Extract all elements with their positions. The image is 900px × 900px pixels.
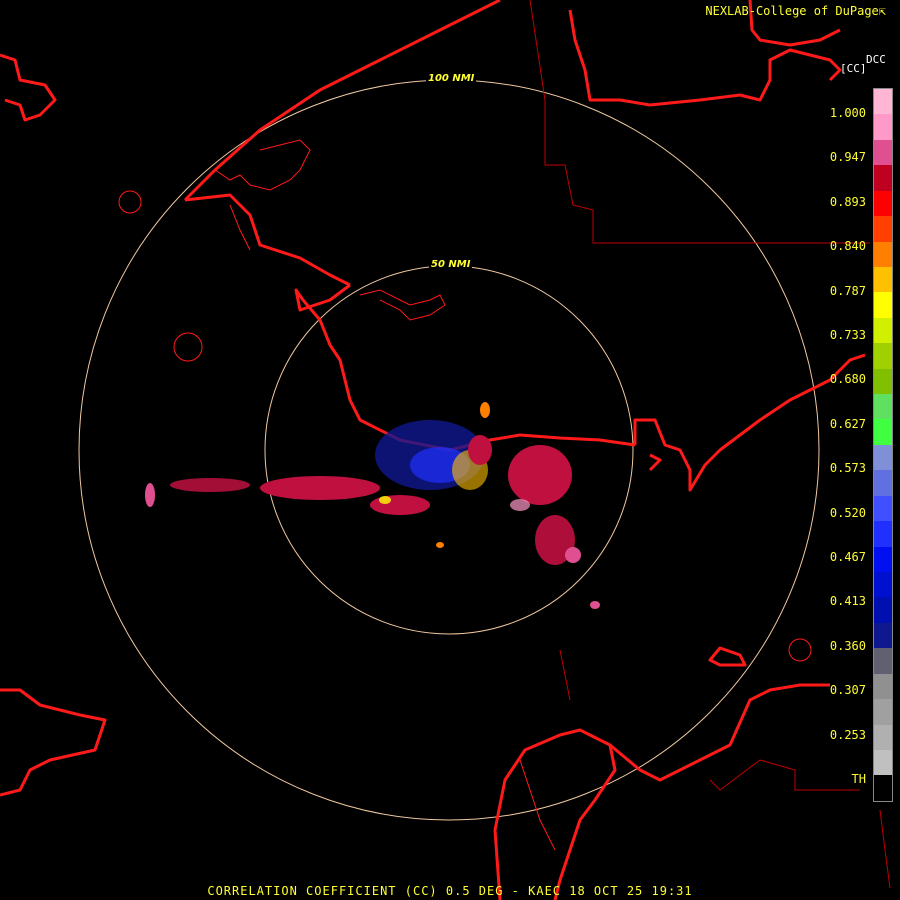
legend-color-bar bbox=[873, 88, 893, 802]
legend-tick: 0.307 bbox=[829, 683, 866, 698]
legend-swatch bbox=[874, 368, 892, 395]
legend-swatch bbox=[874, 572, 892, 598]
legend-tick: 1.000 bbox=[829, 106, 866, 120]
legend-swatch bbox=[874, 470, 892, 496]
legend-tick: 0.253 bbox=[829, 727, 866, 742]
legend-tick: TH bbox=[851, 772, 866, 786]
legend-tick: 0.787 bbox=[829, 283, 866, 298]
legend-swatch bbox=[874, 648, 892, 674]
legend-tick: 0.733 bbox=[829, 328, 866, 342]
radar-echoes bbox=[145, 402, 600, 609]
range-label-inner: 50 NMI bbox=[429, 259, 473, 270]
arrow-icon: ⇱ bbox=[878, 4, 886, 18]
legend-tick: 0.413 bbox=[829, 594, 866, 609]
legend-swatch bbox=[874, 724, 892, 750]
legend-unit-label: [CC] bbox=[840, 62, 867, 75]
legend-swatch bbox=[874, 699, 892, 725]
legend-swatch bbox=[874, 419, 892, 445]
legend-swatch bbox=[874, 444, 892, 471]
credit-label: NEXLAB-College of DuPage bbox=[705, 4, 879, 18]
legend-tick: 0.680 bbox=[829, 372, 866, 387]
legend-tick: 0.947 bbox=[829, 150, 866, 165]
legend-swatch bbox=[874, 165, 892, 191]
legend-swatch bbox=[874, 292, 892, 318]
legend-swatch bbox=[874, 394, 892, 420]
legend-swatch bbox=[874, 597, 892, 623]
legend-tick: 0.893 bbox=[829, 194, 866, 209]
legend-swatch bbox=[874, 775, 892, 801]
legend-swatch bbox=[874, 546, 892, 573]
legend-swatch bbox=[874, 241, 892, 267]
legend-swatch bbox=[874, 673, 892, 700]
legend-tick: 0.573 bbox=[829, 461, 866, 476]
legend-tick: 0.360 bbox=[829, 638, 866, 653]
legend-tick: 0.840 bbox=[829, 239, 866, 254]
legend-swatch bbox=[874, 622, 892, 649]
legend-tick: 0.520 bbox=[829, 505, 866, 520]
legend-unit-code: DCC bbox=[866, 53, 886, 66]
legend-swatch bbox=[874, 89, 892, 115]
legend-swatch bbox=[874, 266, 892, 293]
legend-swatch bbox=[874, 521, 892, 547]
legend-swatch bbox=[874, 317, 892, 344]
legend-tick: 0.467 bbox=[829, 550, 866, 564]
product-caption: CORRELATION COEFFICIENT (CC) 0.5 DEG - K… bbox=[207, 884, 693, 898]
legend-swatch bbox=[874, 114, 892, 140]
credit-text: NEXLAB-College of DuPage⇱ bbox=[705, 4, 886, 18]
legend-swatch bbox=[874, 343, 892, 369]
range-label-outer: 100 NMI bbox=[426, 73, 477, 84]
legend-swatch bbox=[874, 495, 892, 522]
legend-swatch bbox=[874, 139, 892, 166]
legend-swatch bbox=[874, 216, 892, 242]
legend-swatch bbox=[874, 749, 892, 776]
radar-map bbox=[0, 0, 891, 900]
legend-swatch bbox=[874, 190, 892, 217]
legend-tick: 0.627 bbox=[829, 416, 866, 431]
